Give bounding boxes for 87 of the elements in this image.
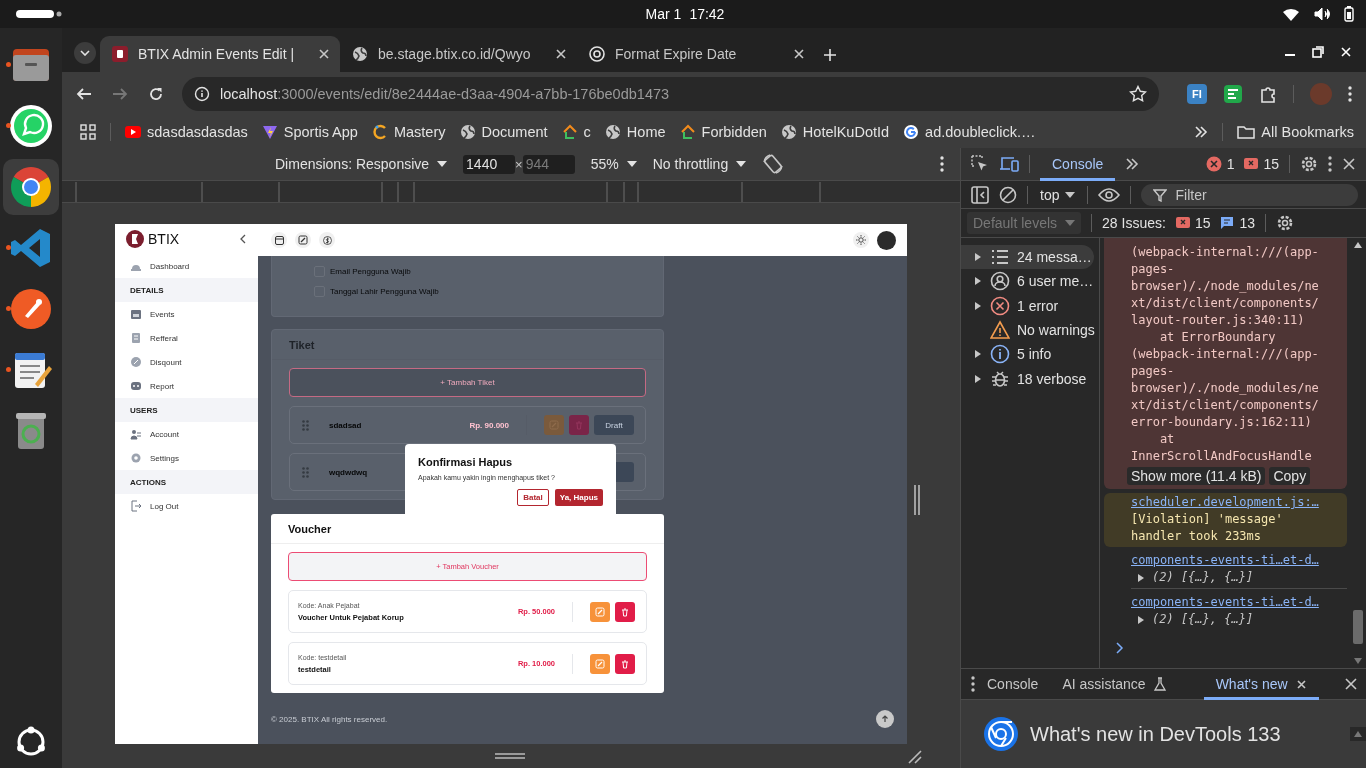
stack-trace-line: (webpack-internal:///(app- [1131, 346, 1320, 363]
array-preview[interactable]: (2) [{…}, {…}] [1152, 611, 1254, 628]
message-filter-item[interactable]: 5 info [961, 342, 1094, 367]
stack-trace-line: xt/dist/client/components/ [1131, 295, 1320, 312]
bookmark-link[interactable]: Forbidden [679, 124, 767, 140]
issue-error-count[interactable]: 15 [1175, 215, 1211, 231]
nav-item[interactable]: Dashboard [115, 254, 258, 278]
dialog-title: Konfirmasi Hapus [418, 456, 514, 468]
nav-section-label: USERS [130, 405, 158, 415]
draft-button[interactable]: Draft [594, 415, 634, 435]
issue-info-count[interactable]: 13 [1220, 215, 1256, 231]
bookmark-link[interactable]: Document [459, 124, 548, 140]
nav-section-label: DETAILS [130, 285, 164, 295]
bookmark-link[interactable]: Home [604, 124, 666, 140]
panel-tab[interactable]: Console [1040, 147, 1116, 181]
clock-date[interactable]: Mar 1 [645, 6, 682, 22]
nav-section-label: ACTIONS [130, 477, 166, 487]
nav-item[interactable]: Report [115, 374, 258, 398]
message-text: handler took 233ms [1131, 528, 1263, 545]
throttling-dropdown[interactable]: No throttling [652, 156, 747, 172]
bookmark-link[interactable]: ad.doubleclick.… [903, 124, 1036, 140]
nav-item[interactable]: Log Out [115, 494, 258, 518]
checkbox-label: Email Pengguna Wajib [330, 267, 411, 276]
error-count-badge[interactable]: 1 [1205, 156, 1235, 172]
times-sign: × [515, 156, 523, 172]
drawer-tab[interactable]: AI assistance [1050, 668, 1178, 700]
whats-new-heading: What's new in DevTools 133 [1030, 722, 1282, 746]
context-dropdown[interactable]: top [1038, 186, 1078, 203]
stack-trace-line: pages- [1131, 261, 1176, 278]
bookmark-link[interactable]: HotelKuDotId [780, 124, 890, 140]
clock-time[interactable]: 17:42 [689, 6, 725, 22]
source-link[interactable]: components-events-ti…et-d… [1131, 553, 1319, 567]
confirm-delete-button[interactable]: Ya, Hapus [554, 489, 603, 506]
brand-name: BTIX [148, 231, 180, 247]
width-field[interactable]: 1440 [463, 154, 516, 174]
bookmark-link[interactable]: Sportis App [261, 124, 358, 140]
address-bar[interactable]: localhost:3000/events/edit/8e2444ae-d3aa-4904-a7bb-176be0db1473 [182, 77, 1159, 111]
card-title: Tiket [289, 338, 315, 351]
nav-item[interactable]: Refferal [115, 326, 258, 350]
message-filter-item[interactable]: 24 messa… [961, 245, 1094, 270]
drawer-tab[interactable]: Console [975, 668, 1051, 700]
dimensions-dropdown[interactable]: Dimensions: Responsive [275, 156, 448, 172]
stack-trace-line: InnerScrollAndFocusHandle [1131, 448, 1313, 465]
add-ticket-button[interactable]: + Tambah Tiket [289, 368, 646, 397]
message-filter-item[interactable]: 6 user me… [961, 269, 1094, 294]
ticket-price: Rp. 90.000 [469, 420, 509, 430]
browser-tab[interactable]: Format Expire Date [577, 36, 815, 72]
message-filter-item[interactable]: 18 verbose [961, 366, 1094, 391]
checkbox-label: Tanggal Lahir Pengguna Wajib [330, 287, 439, 296]
all-bookmarks-button[interactable]: All Bookmarks [1237, 124, 1354, 140]
issue-count-badge[interactable]: 15 [1244, 156, 1279, 172]
bookmark-link[interactable]: sdasdasdasdas [125, 124, 248, 140]
card-title: Voucher [288, 522, 332, 535]
bookmark-link[interactable]: c [561, 124, 591, 140]
message-text: [Violation] 'message' [1131, 511, 1284, 528]
stack-trace-line: error-boundary.js:162:11) [1131, 414, 1313, 431]
stack-trace-line: xt/dist/client/components/ [1131, 397, 1320, 414]
stack-trace-line: pages- [1131, 363, 1176, 380]
message-filter-item[interactable]: No warnings [961, 317, 1094, 343]
nav-item[interactable]: Settings [115, 446, 258, 470]
browser-tab[interactable]: be.stage.btix.co.id/Qwyo [340, 36, 577, 72]
nav-item[interactable]: Events [115, 302, 258, 326]
nav-item[interactable]: Disqount [115, 350, 258, 374]
ticket-name: sdadsad [329, 420, 363, 430]
stack-trace-line: layout-router.js:340:11) [1131, 312, 1306, 329]
filter-field[interactable]: Filter [1141, 183, 1358, 206]
stack-trace-line: at [1158, 431, 1176, 448]
message-action-button[interactable]: Show more (11.4 kB) [1127, 467, 1266, 485]
stack-trace-line: (webpack-internal:///(app- [1131, 244, 1320, 261]
source-link[interactable]: components-events-ti…et-d… [1131, 595, 1319, 609]
nav-item[interactable]: Account [115, 422, 258, 446]
browser-tab[interactable]: BTIX Admin Events Edit | [100, 36, 340, 72]
stack-trace-line: browser)/./node_modules/ne [1131, 380, 1320, 397]
source-link[interactable]: scheduler.development.js:… [1131, 495, 1319, 509]
bookmark-link[interactable]: Mastery [371, 124, 446, 140]
zoom-dropdown[interactable]: 55% [590, 156, 637, 172]
height-field[interactable]: 944 [522, 154, 575, 174]
message-filter-item[interactable]: 1 error [961, 293, 1094, 318]
cancel-button[interactable]: Batal [517, 489, 549, 506]
copyright-text: © 2025. BTIX All rights reserved. [271, 714, 388, 724]
array-preview[interactable]: (2) [{…}, {…}] [1152, 569, 1254, 586]
stack-trace-line: browser)/./node_modules/ne [1131, 278, 1320, 295]
extension-button[interactable]: FI [1187, 84, 1207, 104]
issues-label[interactable]: 28 Issues: [1102, 215, 1166, 231]
message-action-button[interactable]: Copy [1269, 467, 1311, 485]
ticket-name: wqdwdwq [329, 467, 369, 477]
stack-trace-line: at ErrorBoundary [1158, 329, 1277, 346]
